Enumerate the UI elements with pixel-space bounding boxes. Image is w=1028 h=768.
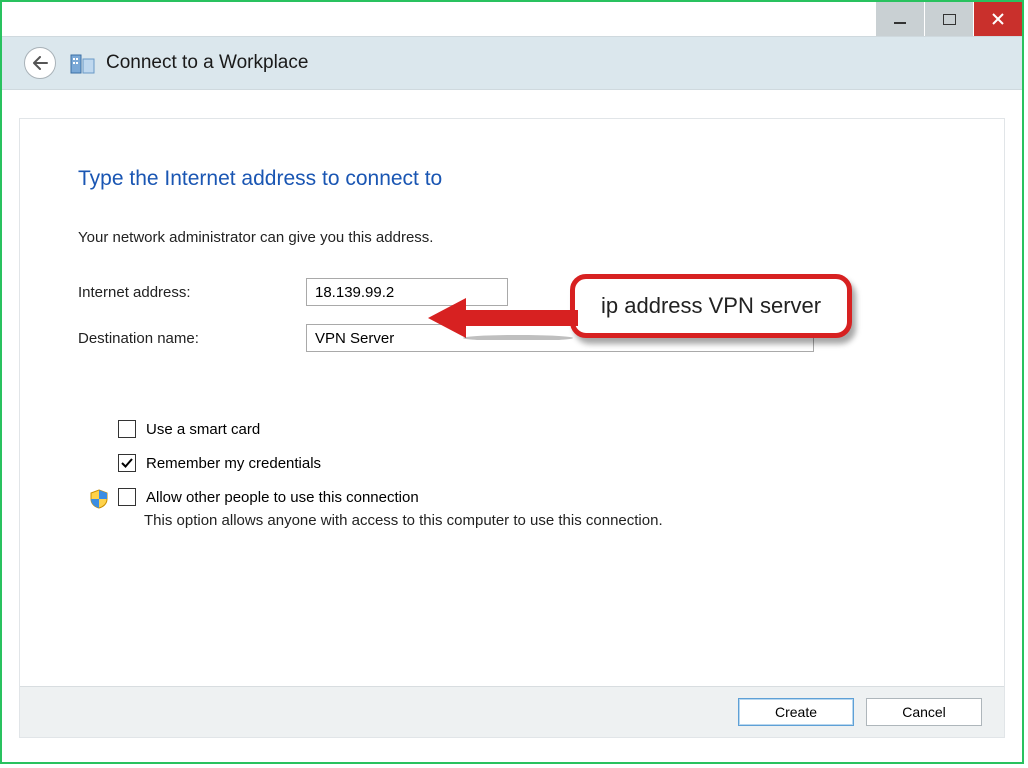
maximize-button[interactable] — [925, 2, 973, 36]
close-button[interactable] — [974, 2, 1022, 36]
smart-card-option[interactable]: Use a smart card — [118, 420, 946, 438]
footer: Create Cancel — [20, 686, 1004, 737]
cancel-button[interactable]: Cancel — [866, 698, 982, 726]
smart-card-label: Use a smart card — [146, 421, 260, 438]
workplace-icon — [70, 50, 96, 76]
annotation-arrow-icon — [428, 296, 578, 340]
annotation-callout: ip address VPN server — [570, 274, 852, 338]
back-button[interactable] — [24, 47, 56, 79]
window: Connect to a Workplace Type the Internet… — [0, 0, 1024, 764]
wizard-header: Connect to a Workplace — [2, 36, 1022, 90]
smart-card-checkbox[interactable] — [118, 420, 136, 438]
minimize-button[interactable] — [876, 2, 924, 36]
titlebar — [2, 2, 1022, 36]
uac-shield-icon — [89, 489, 109, 509]
internet-address-label: Internet address: — [78, 284, 306, 301]
remember-credentials-option[interactable]: Remember my credentials — [118, 454, 946, 472]
allow-others-checkbox[interactable] — [118, 488, 136, 506]
create-button[interactable]: Create — [738, 698, 854, 726]
remember-credentials-checkbox[interactable] — [118, 454, 136, 472]
annotation-text: ip address VPN server — [570, 274, 852, 338]
content-pane: Type the Internet address to connect to … — [19, 118, 1005, 738]
remember-credentials-label: Remember my credentials — [146, 455, 321, 472]
page-title: Type the Internet address to connect to — [78, 167, 946, 191]
options-group: Use a smart card Remember my credentials — [118, 420, 946, 529]
destination-name-label: Destination name: — [78, 330, 306, 347]
allow-others-description: This option allows anyone with access to… — [144, 512, 663, 529]
allow-others-option: Allow other people to use this connectio… — [89, 488, 946, 529]
page-subtext: Your network administrator can give you … — [78, 229, 946, 246]
wizard-title: Connect to a Workplace — [106, 52, 308, 74]
allow-others-label: Allow other people to use this connectio… — [146, 489, 419, 506]
